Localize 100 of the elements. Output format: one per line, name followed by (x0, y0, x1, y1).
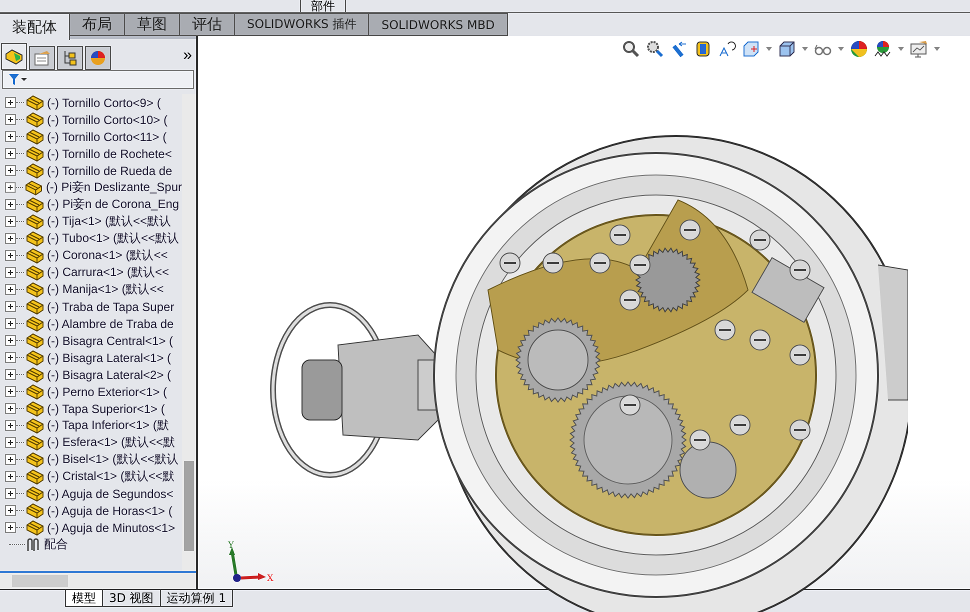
zoom-to-fit-icon[interactable] (622, 40, 640, 58)
tree-item[interactable]: (-) Pi妾n de Corona_Eng (47, 196, 180, 213)
expand-icon[interactable] (5, 369, 16, 380)
ribbon-tab[interactable]: 评估 (179, 13, 235, 36)
ribbon-tab[interactable]: 草图 (124, 13, 180, 36)
more-tabs-button[interactable]: » (183, 47, 192, 65)
zoom-area-icon[interactable] (646, 40, 664, 58)
tree-item[interactable]: (-) Tubo<1> (默认<<默认 (47, 230, 180, 247)
filter-field[interactable] (2, 70, 194, 89)
tree-item[interactable]: (-) Bisagra Lateral<2> ( (47, 368, 172, 382)
tree-item[interactable]: (-) Pi妾n Deslizante_Spur (46, 179, 182, 196)
paperclip-icon (25, 536, 41, 552)
tree-item[interactable]: (-) Tapa Superior<1> ( (47, 402, 165, 416)
view-tab[interactable]: 运动算例 1 (160, 590, 234, 607)
expand-icon[interactable] (5, 182, 16, 193)
tree-item[interactable]: (-) Perno Exterior<1> ( (47, 384, 168, 398)
appearance-ball-icon[interactable] (850, 40, 868, 58)
expand-icon[interactable] (5, 216, 16, 227)
previous-view-icon[interactable] (670, 40, 688, 58)
ribbon-tab[interactable]: SOLIDWORKS MBD (368, 13, 508, 36)
expand-icon[interactable] (5, 97, 16, 108)
horizontal-scrollbar[interactable] (0, 571, 196, 589)
part-icon (26, 434, 44, 450)
expand-icon[interactable] (5, 488, 16, 499)
expand-icon[interactable] (5, 250, 16, 261)
part-icon (26, 502, 44, 518)
tree-item[interactable]: (-) Aguja de Horas<1> ( (47, 504, 172, 518)
expand-icon[interactable] (5, 233, 16, 244)
tree-item[interactable]: 配合 (44, 536, 68, 553)
expand-icon[interactable] (5, 114, 16, 125)
part-icon (26, 384, 44, 400)
tree-item[interactable]: (-) Tornillo de Rochete< (47, 146, 172, 160)
tree-item[interactable]: (-) Manija<1> (默认<< (47, 281, 164, 298)
filter-icon[interactable] (9, 74, 27, 86)
ribbon-tab[interactable]: 布局 (69, 13, 125, 36)
panel-tab[interactable] (85, 46, 111, 70)
part-icon (26, 316, 44, 332)
expand-icon[interactable] (5, 454, 16, 465)
y-axis-label: Y (228, 541, 234, 551)
expand-icon[interactable] (5, 199, 16, 210)
view-tab[interactable]: 模型 (65, 590, 103, 607)
panel-tab[interactable] (57, 46, 83, 70)
expand-icon[interactable] (5, 420, 16, 431)
toolbar-label[interactable]: 部件 (300, 0, 346, 12)
expand-icon[interactable] (5, 403, 16, 414)
tree-item[interactable]: (-) Bisagra Lateral<1> ( (47, 350, 172, 364)
vertical-scrollbar[interactable] (182, 94, 196, 571)
part-icon (26, 146, 44, 162)
tree-item[interactable]: (-) Tapa Inferior<1> (默 (47, 417, 169, 434)
tree-item[interactable]: (-) Tornillo Corto<11> ( (47, 130, 167, 144)
panel-tab[interactable] (1, 43, 27, 70)
tree-item[interactable]: (-) Esfera<1> (默认<<默 (47, 434, 176, 451)
ribbon-tab[interactable]: 装配体 (0, 13, 70, 40)
tree-item[interactable]: (-) Aguja de Minutos<1> (47, 520, 176, 534)
expand-icon[interactable] (5, 471, 16, 482)
ribbon-tab[interactable]: SOLIDWORKS 插件 (234, 13, 370, 36)
tree-item[interactable]: (-) Alambre de Traba de (47, 316, 174, 330)
tree-item[interactable]: (-) Traba de Tapa Super (47, 300, 174, 314)
view-tab[interactable]: 3D 视图 (102, 590, 161, 607)
x-axis-arrow (240, 573, 266, 580)
origin-dot (233, 574, 241, 582)
tree-item[interactable]: (-) Bisel<1> (默认<<默认 (47, 451, 178, 468)
expand-icon[interactable] (5, 165, 16, 176)
expand-icon[interactable] (5, 335, 16, 346)
part-icon (26, 248, 44, 264)
tree-item[interactable]: (-) Tornillo Corto<10> ( (47, 112, 168, 126)
tree-item[interactable]: (-) Bisagra Central<1> ( (47, 334, 174, 348)
tree-item[interactable]: (-) Tija<1> (默认<<默认 (47, 213, 172, 230)
part-icon (26, 486, 44, 502)
dynamic-annotation-icon[interactable] (718, 40, 736, 58)
expand-icon[interactable] (5, 386, 16, 397)
expand-icon[interactable] (5, 301, 16, 312)
expand-icon[interactable] (5, 148, 16, 159)
appearance-ball-icon (90, 50, 106, 66)
expand-icon[interactable] (5, 267, 16, 278)
scene-icon[interactable] (874, 40, 892, 58)
part-icon (26, 452, 44, 468)
panel-tab[interactable] (29, 46, 55, 70)
tree-item[interactable]: (-) Carrura<1> (默认<< (47, 264, 170, 281)
tree-item[interactable]: (-) Corona<1> (默认<< (47, 247, 168, 264)
tree-item[interactable]: (-) Tornillo de Rueda de (47, 164, 172, 178)
part-icon (26, 196, 44, 212)
expand-icon[interactable] (5, 505, 16, 516)
part-icon (25, 180, 43, 196)
section-view-icon[interactable] (694, 40, 712, 58)
part-icon (26, 468, 44, 484)
expand-icon[interactable] (5, 352, 16, 363)
part-icon (26, 332, 44, 348)
display-style-icon[interactable] (778, 40, 796, 58)
expand-icon[interactable] (5, 131, 16, 142)
monitor-icon[interactable] (910, 40, 928, 58)
expand-icon[interactable] (5, 318, 16, 329)
expand-icon[interactable] (5, 522, 16, 533)
expand-icon[interactable] (5, 437, 16, 448)
part-icon (26, 418, 44, 434)
tree-item[interactable]: (-) Tornillo Corto<9> ( (47, 96, 161, 110)
tree-item[interactable]: (-) Cristal<1> (默认<<默 (47, 468, 174, 485)
expand-icon[interactable] (5, 284, 16, 295)
view-orientation-icon[interactable] (742, 40, 760, 58)
tree-item[interactable]: (-) Aguja de Segundos< (47, 486, 174, 500)
